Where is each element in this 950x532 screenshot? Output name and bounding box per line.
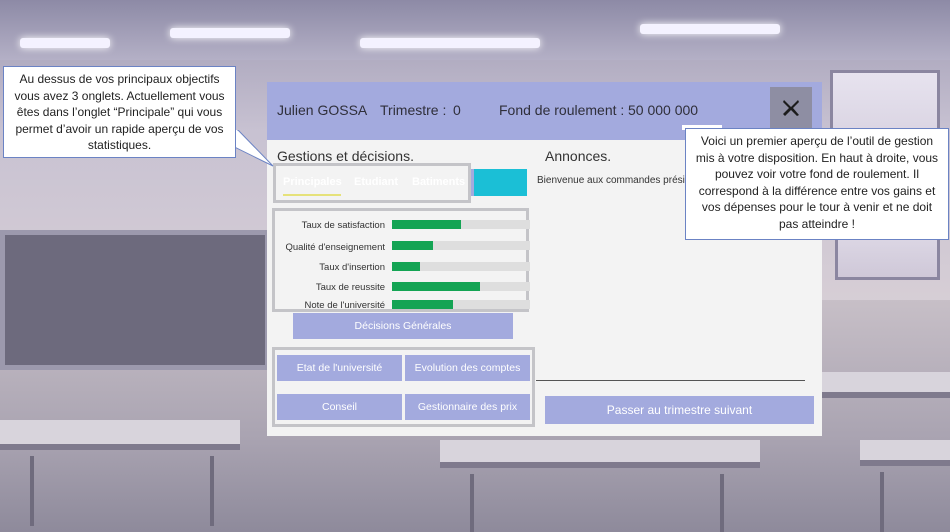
- desk: [0, 420, 240, 450]
- divider: [536, 380, 805, 381]
- gestions-title: Gestions et décisions.: [277, 148, 414, 164]
- desk-leg: [880, 472, 884, 532]
- trimester-value: 0: [453, 102, 461, 118]
- gestionnaire-prix-button[interactable]: Gestionnaire des prix: [405, 394, 530, 420]
- evolution-comptes-button[interactable]: Evolution des comptes: [405, 355, 530, 381]
- blackboard: [0, 230, 270, 370]
- desk-leg: [720, 474, 724, 532]
- stat-bar-fill: [392, 220, 461, 229]
- desk-leg: [210, 456, 214, 526]
- stat-bar-fill: [392, 262, 420, 271]
- tutorial-callout-right: Voici un premier aperçu de l’outil de ge…: [685, 128, 949, 240]
- stat-bar: [392, 241, 530, 250]
- desk: [440, 440, 760, 468]
- trimester-label: Trimestre :: [380, 102, 447, 118]
- stat-bar-fill: [392, 282, 481, 291]
- ceiling: [0, 0, 950, 60]
- stat-label: Taux d'insertion: [319, 262, 385, 273]
- close-button[interactable]: [770, 87, 812, 129]
- ceiling-light: [170, 28, 290, 38]
- tab-batiments[interactable]: Batiments: [412, 176, 465, 188]
- stat-bar-fill: [392, 300, 453, 309]
- ceiling-light: [640, 24, 780, 34]
- stat-label: Qualité d'enseignement: [285, 242, 385, 253]
- stat-label: Taux de reussite: [315, 282, 385, 293]
- desk-leg: [470, 474, 474, 532]
- announcement-message: Bienvenue aux commandes prési: [537, 175, 685, 186]
- player-name: Julien GOSSA: [277, 102, 368, 118]
- active-tab-indicator: [283, 194, 341, 196]
- ceiling-light: [20, 38, 110, 48]
- conseil-button[interactable]: Conseil: [277, 394, 402, 420]
- fund-value: 50 000 000: [628, 102, 699, 118]
- close-icon: [783, 100, 799, 116]
- tutorial-callout-left: Au dessus de vos principaux objectifs vo…: [3, 66, 236, 158]
- stat-bar: [392, 220, 530, 229]
- stats-frame: Taux de satisfaction Qualité d'enseignem…: [272, 208, 530, 312]
- stat-bar: [392, 300, 530, 309]
- stat-bar: [392, 262, 530, 271]
- stat-bar: [392, 282, 530, 291]
- desk: [820, 372, 950, 398]
- stat-label: Note de l'université: [304, 300, 386, 311]
- annonces-title: Annonces.: [545, 148, 612, 164]
- decisions-generales-button[interactable]: Décisions Générales: [293, 313, 513, 339]
- ceiling-light: [360, 38, 540, 48]
- tab-etudiant[interactable]: Etudiant: [354, 176, 398, 188]
- tabs-bar-accent: [474, 169, 527, 196]
- stat-label: Taux de satisfaction: [301, 220, 385, 231]
- next-trimester-button[interactable]: Passer au trimestre suivant: [545, 396, 814, 424]
- tab-principales[interactable]: Principales: [283, 176, 342, 188]
- stat-bar-fill: [392, 241, 434, 250]
- etat-universite-button[interactable]: Etat de l'université: [277, 355, 402, 381]
- desk: [860, 440, 950, 466]
- desk-leg: [30, 456, 34, 526]
- fund-label: Fond de roulement :: [499, 102, 625, 118]
